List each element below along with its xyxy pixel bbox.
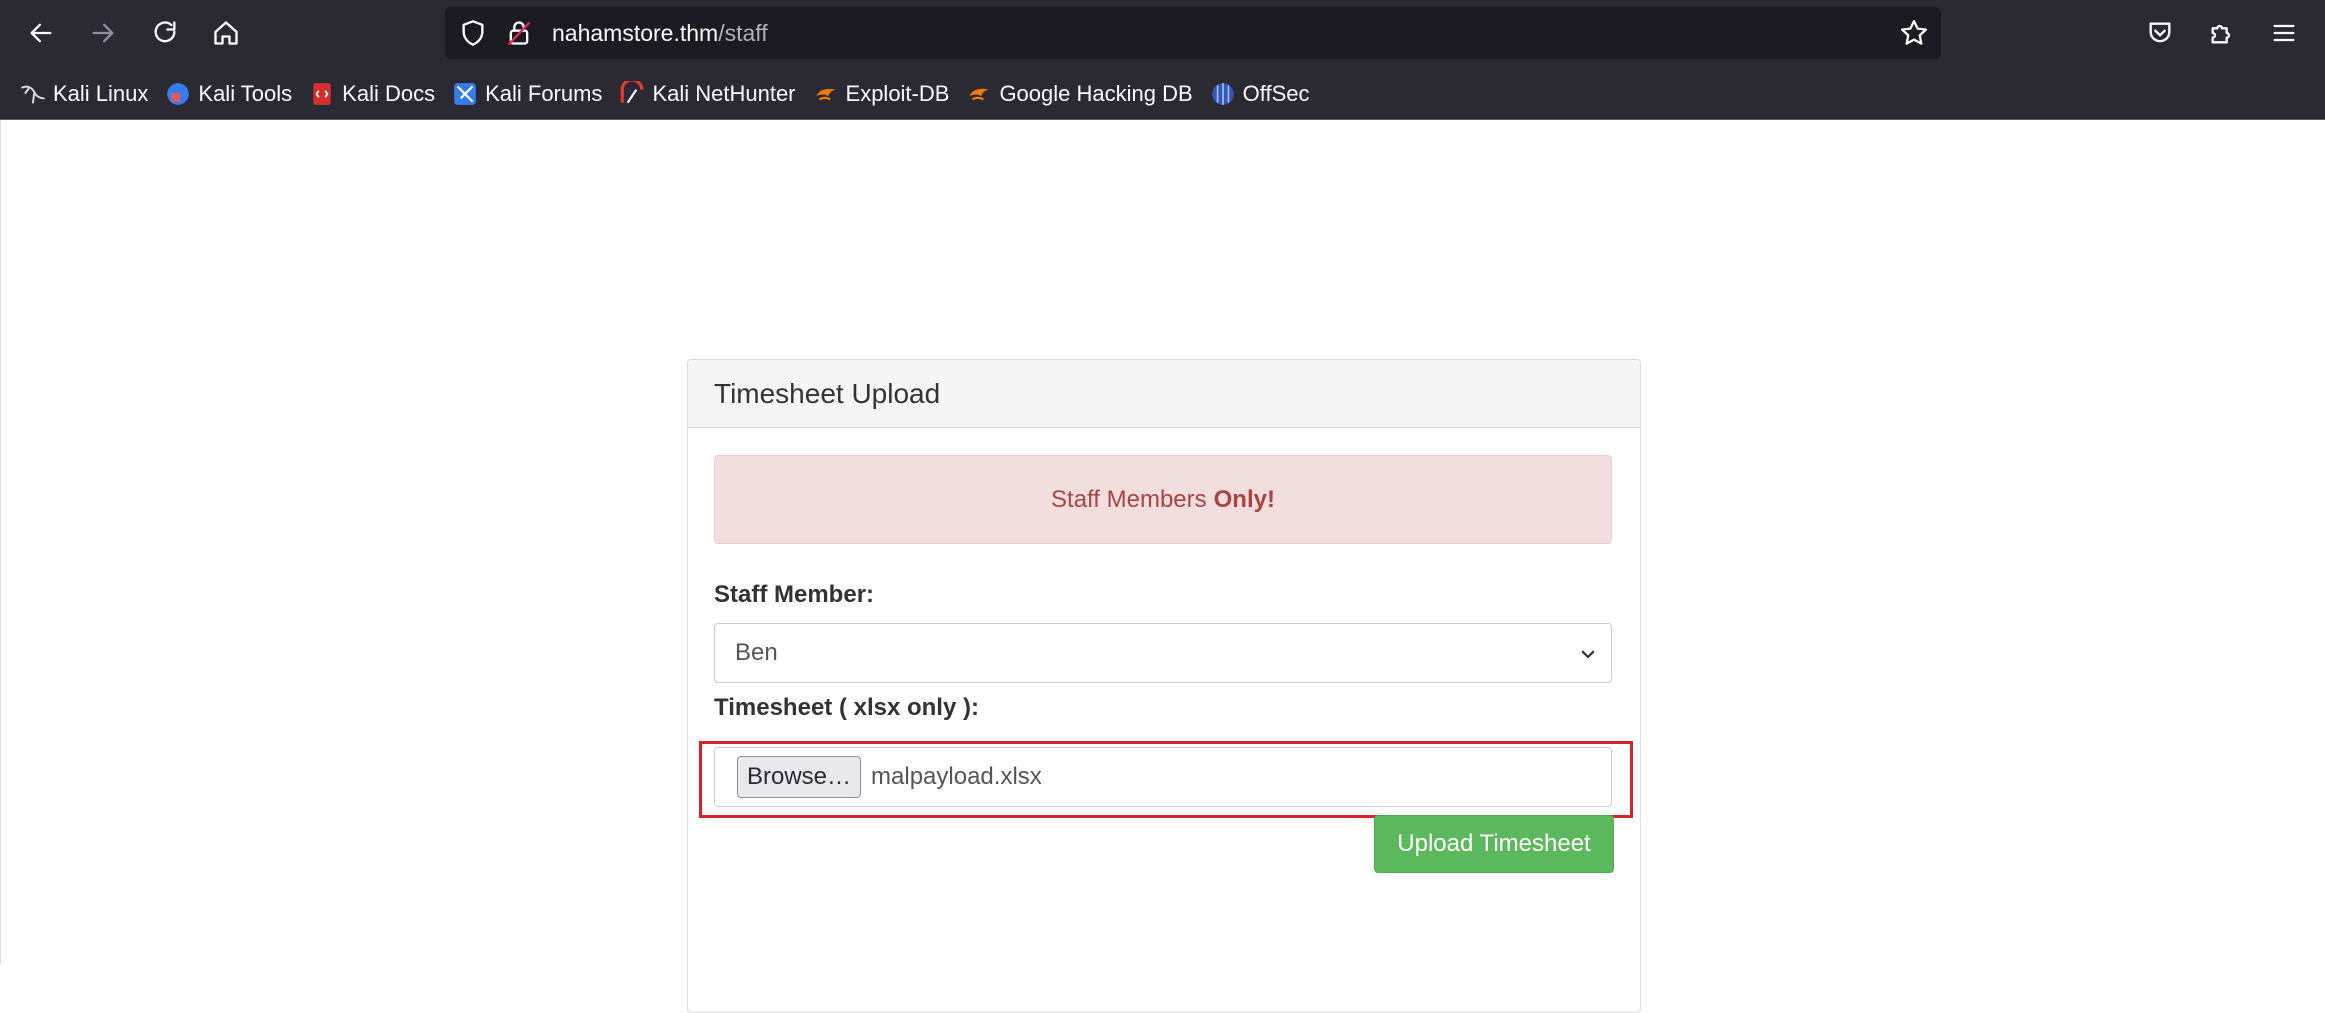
chevron-down-icon [1581,650,1595,659]
bookmark-label: OffSec [1242,81,1310,106]
reload-button[interactable] [145,13,185,53]
timesheet-file-input[interactable]: Browse… malpayload.xlsx [714,747,1612,807]
bookmark-label: Kali Docs [342,81,436,106]
kali-forums-icon [454,83,476,105]
hamburger-menu-icon [2273,24,2295,42]
alert-bold-text: Only! [1213,485,1275,513]
bookmark-exploit-db[interactable]: Exploit-DB [813,81,950,107]
bookmark-label: Kali NetHunter [652,81,796,106]
bookmark-kali-linux[interactable]: Kali Linux [20,81,148,107]
reload-icon [154,21,176,43]
bookmark-google-hacking-db[interactable]: Google Hacking DB [966,81,1193,107]
back-button[interactable] [21,13,61,53]
timesheet-upload-panel: Timesheet Upload Staff Members Only! Staf… [687,359,1641,1013]
browser-chrome: nahamstore.thm/staff Kali Linux Kali Too… [0,0,2325,120]
pocket-icon [2149,22,2171,43]
bookmark-offsec[interactable]: OffSec [1210,81,1310,107]
bookmark-kali-docs[interactable]: Kali Docs [309,81,435,107]
url-path: /staff [718,20,768,46]
pocket-button[interactable] [2140,13,2180,53]
bookmarks-toolbar: Kali Linux Kali Tools Kali Docs Kali For… [0,74,1327,114]
bookmark-label: Kali Linux [53,81,149,106]
bookmark-label: Exploit-DB [845,81,950,106]
kali-nethunter-icon [621,81,644,104]
insecure-lock-icon[interactable] [505,19,533,47]
exploit-db-icon [815,88,836,101]
browse-button[interactable]: Browse… [737,756,862,798]
staff-only-alert: Staff Members Only! [714,455,1612,544]
kali-tools-icon [167,83,190,105]
extensions-button[interactable] [2202,13,2242,53]
timesheet-label: Timesheet ( xlsx only ): [714,694,979,721]
panel-title: Timesheet Upload [688,360,1640,428]
staff-member-select[interactable]: Ben [714,623,1612,683]
bookmark-kali-forums[interactable]: Kali Forums [452,81,602,107]
puzzle-icon [2211,24,2231,44]
arrow-right-icon [92,23,114,43]
bookmark-label: Kali Tools [198,81,293,106]
shield-icon[interactable] [459,19,487,47]
url-text[interactable]: nahamstore.thm/staff [552,20,768,47]
bookmark-kali-tools[interactable]: Kali Tools [165,81,292,107]
selected-file-name: malpayload.xlsx [871,763,1042,790]
alert-text: Staff Members [1051,485,1207,513]
menu-button[interactable] [2264,13,2304,53]
ghdb-icon [969,88,990,101]
kali-dragon-icon [21,85,45,104]
home-icon [214,21,238,45]
arrow-left-icon [30,23,52,43]
kali-docs-icon [313,83,331,105]
url-host: nahamstore.thm [552,20,719,46]
selected-staff-value: Ben [735,639,778,666]
bookmark-star-icon[interactable] [1899,18,1929,48]
bookmark-kali-nethunter[interactable]: Kali NetHunter [619,81,796,107]
staff-member-label: Staff Member: [714,581,875,608]
url-bar[interactable]: nahamstore.thm/staff [445,7,1941,59]
navigation-toolbar: nahamstore.thm/staff [0,0,2325,66]
bookmark-label: Google Hacking DB [999,81,1193,106]
upload-timesheet-button[interactable]: Upload Timesheet [1374,815,1614,873]
page-content: Timesheet Upload Staff Members Only! Staf… [0,120,2325,1013]
bookmark-label: Kali Forums [485,81,603,106]
forward-button[interactable] [83,13,123,53]
offsec-icon [1211,83,1234,105]
home-button[interactable] [206,13,246,53]
